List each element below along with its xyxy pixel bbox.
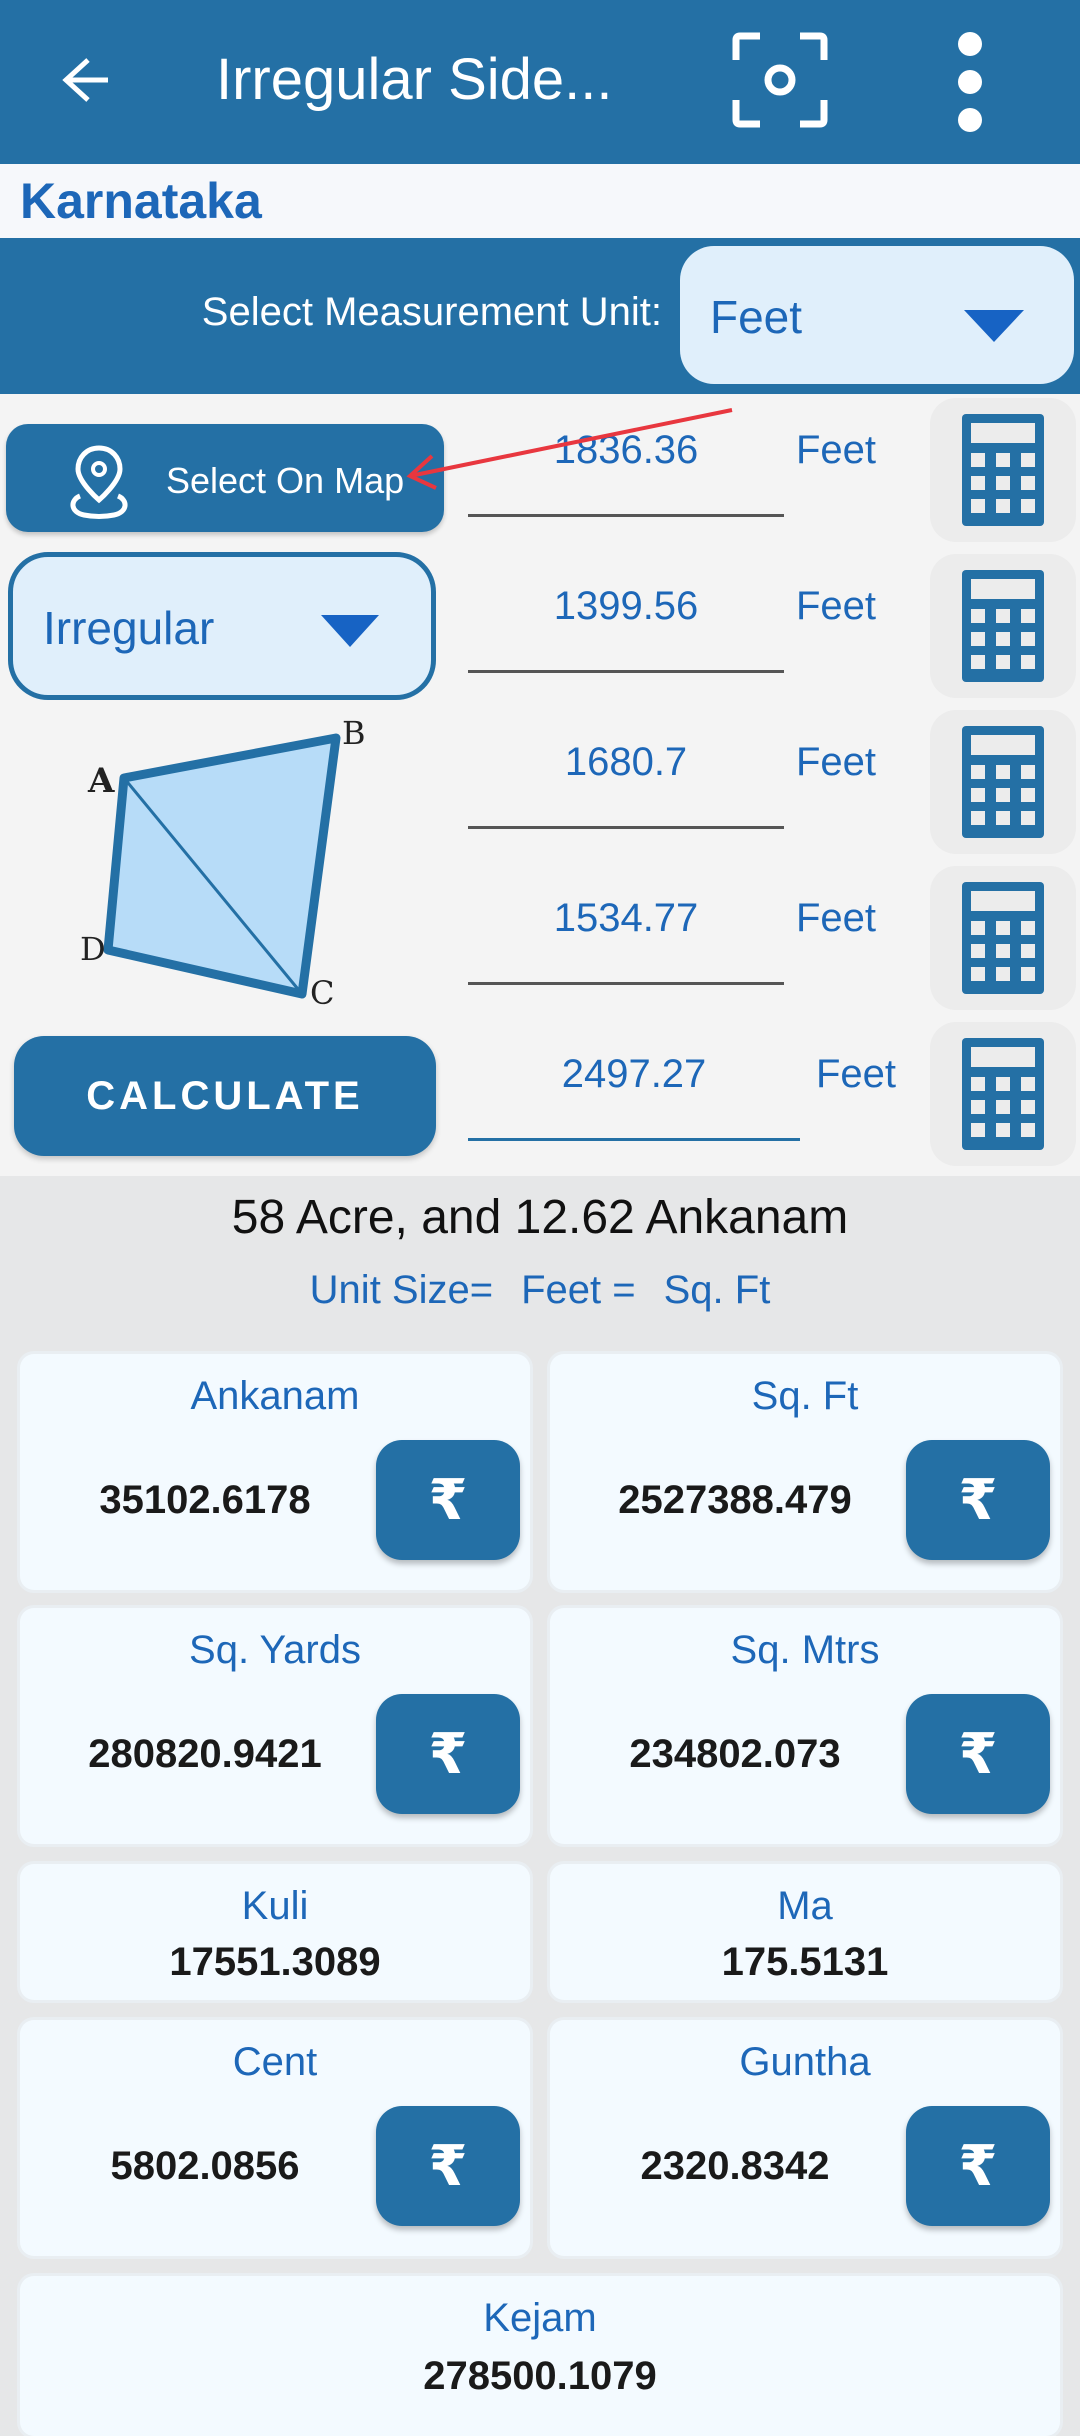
shape-type-dropdown[interactable]: Irregular: [8, 552, 436, 700]
result-unit-name: Sq. Yards: [189, 1628, 361, 1672]
side-2-unit: Feet: [796, 584, 877, 628]
input-underline: [468, 514, 784, 517]
calculate-button[interactable]: CALCULATE: [14, 1036, 436, 1156]
result-value: 278500.1079: [423, 2354, 657, 2398]
measurement-unit-label: Select Measurement Unit:: [201, 290, 662, 334]
acre-summary-text: 58 Acre, and 12.62 Ankanam: [231, 1191, 849, 1244]
side-3-input[interactable]: 1680.7: [468, 740, 784, 785]
vertex-label-b: B: [342, 714, 366, 752]
result-card-sq-mtrs: Sq. Mtrs 234802.073 ₹: [550, 1608, 1060, 1844]
side-2-calculator-button[interactable]: [930, 554, 1076, 698]
unit-size-label: Unit Size=: [309, 1268, 494, 1312]
select-on-map-button[interactable]: Select On Map: [6, 424, 444, 532]
result-value: 35102.6178: [99, 1478, 311, 1522]
side-1-input[interactable]: 1836.36: [468, 428, 784, 473]
input-underline: [468, 826, 784, 829]
side-3-calculator-button[interactable]: [930, 710, 1076, 854]
result-card-guntha: Guntha 2320.8342 ₹: [550, 2020, 1060, 2256]
result-card-sq-yards: Sq. Yards 280820.9421 ₹: [20, 1608, 530, 1844]
rupee-price-button[interactable]: ₹: [906, 2106, 1050, 2226]
side-inputs-panel: Select On Map Irregular A B C D CALCULAT…: [0, 394, 1080, 1176]
calculator-icon: [962, 570, 1044, 682]
result-value: 2527388.479: [618, 1478, 852, 1522]
result-card-kejam: Kejam 278500.1079: [20, 2276, 1060, 2436]
result-card-kuli: Kuli 17551.3089: [20, 1864, 530, 2000]
result-card-cent: Cent 5802.0856 ₹: [20, 2020, 530, 2256]
side-4-calculator-button[interactable]: [930, 866, 1076, 1010]
result-unit-name: Ankanam: [190, 1374, 360, 1418]
rupee-price-button[interactable]: ₹: [376, 2106, 520, 2226]
vertex-label-a: A: [87, 761, 115, 801]
rupee-price-button[interactable]: ₹: [376, 1440, 520, 1560]
result-summary: 58 Acre, and 12.62 Ankanam Unit Size= Fee…: [0, 1176, 1080, 1338]
calculator-icon: [962, 1038, 1044, 1150]
rupee-price-button[interactable]: ₹: [376, 1694, 520, 1814]
chevron-down-icon: [964, 310, 1024, 342]
input-underline: [468, 670, 784, 673]
chevron-down-icon: [321, 615, 379, 647]
calculator-icon: [962, 726, 1044, 838]
result-unit-name: Sq. Ft: [751, 1374, 859, 1418]
result-card-ankanam: Ankanam 35102.6178 ₹: [20, 1354, 530, 1590]
map-pin-icon: [70, 445, 128, 519]
measurement-unit-bar: Select Measurement Unit: Feet: [0, 238, 1080, 394]
result-value: 5802.0856: [110, 2144, 300, 2188]
result-unit-name: Sq. Mtrs: [730, 1628, 880, 1672]
input-underline: [468, 982, 784, 985]
result-unit-name: Kejam: [483, 2296, 597, 2340]
app-bar: Irregular Side...: [0, 0, 1080, 164]
result-card-ma: Ma 175.5131: [550, 1864, 1060, 2000]
result-value: 17551.3089: [169, 1940, 381, 1984]
diagonal-input[interactable]: 2497.27: [468, 1052, 800, 1097]
result-unit-name: Ma: [777, 1884, 833, 1928]
quadrilateral-diagram: A B C D: [80, 714, 366, 1012]
result-card-sqft: Sq. Ft 2527388.479 ₹: [550, 1354, 1060, 1590]
measurement-unit-value: Feet: [710, 291, 803, 343]
more-vertical-icon[interactable]: [940, 30, 1000, 134]
result-unit-name: Guntha: [739, 2040, 871, 2084]
diagonal-unit: Feet: [816, 1052, 897, 1096]
result-value: 2320.8342: [640, 2144, 830, 2188]
calculate-label: CALCULATE: [86, 1074, 364, 1118]
quadrilateral-shape: [103, 733, 341, 999]
measurement-unit-dropdown[interactable]: Feet: [680, 246, 1074, 384]
side-2-input[interactable]: 1399.56: [468, 584, 784, 629]
unit-size-feet: Feet =: [521, 1268, 636, 1312]
side-4-input[interactable]: 1534.77: [468, 896, 784, 941]
screenshot-scan-icon[interactable]: [730, 30, 830, 130]
result-unit-name: Kuli: [241, 1884, 309, 1928]
calculator-icon: [962, 414, 1044, 526]
calculator-icon: [962, 882, 1044, 994]
rupee-price-button[interactable]: ₹: [906, 1440, 1050, 1560]
side-3-unit: Feet: [796, 740, 877, 784]
shape-type-value: Irregular: [43, 602, 215, 654]
result-unit-name: Cent: [232, 2040, 318, 2084]
result-value: 175.5131: [721, 1940, 889, 1984]
state-name: Karnataka: [20, 173, 262, 229]
vertex-label-c: C: [310, 974, 334, 1012]
select-on-map-label: Select On Map: [166, 460, 405, 501]
side-1-calculator-button[interactable]: [930, 398, 1076, 542]
arrow-left-icon[interactable]: [52, 48, 116, 112]
input-underline: [468, 1138, 800, 1141]
unit-size-text: Unit Size= Feet = Sq. Ft: [0, 1268, 1080, 1313]
vertex-label-d: D: [80, 930, 106, 968]
side-1-unit: Feet: [796, 428, 877, 472]
result-value: 280820.9421: [88, 1732, 322, 1776]
result-value: 234802.073: [629, 1732, 841, 1776]
state-header: Karnataka: [0, 164, 1080, 238]
side-4-unit: Feet: [796, 896, 877, 940]
rupee-price-button[interactable]: ₹: [906, 1694, 1050, 1814]
diagonal-calculator-button[interactable]: [930, 1022, 1076, 1166]
unit-size-sqft: Sq. Ft: [663, 1268, 771, 1312]
page-title: Irregular Side...: [216, 47, 613, 112]
